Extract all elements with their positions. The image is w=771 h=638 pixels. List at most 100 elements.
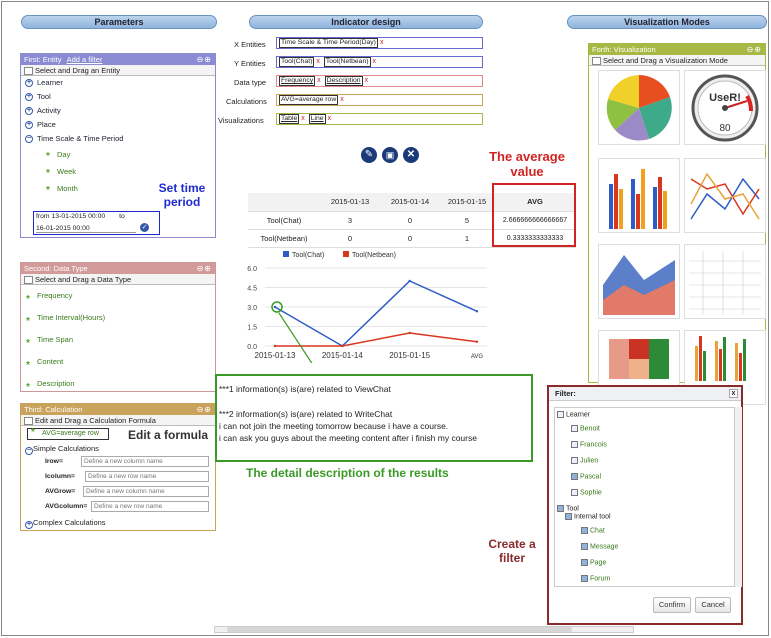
- filter-learner[interactable]: Learner: [557, 411, 590, 419]
- collapse-icon[interactable]: −: [25, 135, 33, 143]
- line-chart-mode[interactable]: [684, 158, 766, 233]
- delete-icon[interactable]: ✕: [403, 147, 419, 163]
- filter-dialog: Filter: x Learner Benoit Francois Julien…: [547, 385, 743, 625]
- icolumn-input[interactable]: Define a new row name: [85, 471, 209, 482]
- remove-icon[interactable]: x: [328, 115, 332, 122]
- datatype-item-time-span[interactable]: Time Span: [21, 329, 215, 351]
- entity-item-place[interactable]: + Place: [21, 118, 215, 132]
- horizontal-scrollbar[interactable]: [214, 626, 634, 633]
- time-item-day[interactable]: Day: [21, 146, 215, 163]
- save-icon[interactable]: ▣: [382, 147, 398, 163]
- panel-toggle-icons[interactable]: ⊖⊕: [747, 44, 762, 55]
- remove-icon[interactable]: x: [316, 58, 320, 65]
- expand-icon[interactable]: +: [25, 121, 33, 129]
- y-entity-tag-chat[interactable]: Tool(Chat): [279, 57, 315, 67]
- collapse-icon[interactable]: −: [25, 447, 33, 455]
- x-entities-dropzone[interactable]: Time Scale & Time Period(Day) x: [276, 37, 483, 49]
- remove-icon[interactable]: x: [365, 77, 369, 84]
- filter-learner-item[interactable]: Julien: [571, 457, 598, 465]
- confirm-button[interactable]: Confirm: [653, 597, 691, 613]
- formula-item[interactable]: AVG=average row: [27, 428, 109, 440]
- vis-tag-line[interactable]: Line: [308, 114, 326, 124]
- filter-learner-item[interactable]: Pascal: [571, 473, 601, 481]
- checkbox-checked[interactable]: [581, 543, 588, 550]
- remove-icon[interactable]: x: [373, 58, 377, 65]
- add-filter-link[interactable]: Add a filter: [67, 55, 103, 64]
- avgrow-input[interactable]: Define a new column name: [83, 486, 209, 497]
- dtype-tag-frequency[interactable]: Frequency: [279, 76, 316, 86]
- filter-tool-item[interactable]: Page: [581, 559, 606, 567]
- checkbox[interactable]: [571, 425, 578, 432]
- checkbox-checked[interactable]: [581, 527, 588, 534]
- filter-scrollbar[interactable]: [734, 407, 742, 587]
- checkbox-checked[interactable]: [581, 575, 588, 582]
- simple-calculations[interactable]: − Simple Calculations: [25, 444, 99, 455]
- datatype-item-time-interval[interactable]: Time Interval(Hours): [21, 307, 215, 329]
- datatype-item-frequency[interactable]: Frequency: [21, 285, 215, 307]
- complex-calculations[interactable]: + Complex Calculations: [25, 518, 106, 529]
- y-entities-dropzone[interactable]: Tool(Chat) x Tool(Netbean) x: [276, 56, 483, 68]
- data-type-dropzone[interactable]: Frequency x Description x: [276, 75, 483, 87]
- x-entities-label: X Entities: [234, 40, 266, 49]
- filter-learner-item[interactable]: Francois: [571, 441, 607, 449]
- area-chart-mode[interactable]: [598, 244, 680, 319]
- checkbox[interactable]: [571, 489, 578, 496]
- avgcolumn-input[interactable]: Define a new row name: [91, 501, 209, 512]
- tool-checkbox[interactable]: [557, 505, 564, 512]
- filter-learner-item[interactable]: Sophie: [571, 489, 602, 497]
- calc-tag[interactable]: AVG=average row: [279, 95, 339, 105]
- calculations-dropzone[interactable]: AVG=average row x: [276, 94, 483, 106]
- filter-tool-item[interactable]: Chat: [581, 527, 605, 535]
- entity-panel-title: First: Entity Add a filter ⊖⊕: [21, 54, 215, 65]
- close-icon[interactable]: x: [729, 389, 738, 398]
- datatype-item-content[interactable]: Content: [21, 351, 215, 373]
- remove-icon[interactable]: x: [340, 96, 344, 103]
- checkbox-checked[interactable]: [571, 473, 578, 480]
- edit-icon[interactable]: ✎: [361, 147, 377, 163]
- scroll-thumb[interactable]: [227, 627, 572, 632]
- filter-tool-item[interactable]: Forum: [581, 575, 610, 583]
- dtype-tag-description[interactable]: Description: [324, 76, 363, 86]
- detail-annotation: The detail description of the results: [246, 466, 449, 480]
- remove-icon[interactable]: x: [380, 39, 384, 46]
- checkbox[interactable]: [571, 457, 578, 464]
- panel-toggle-icons[interactable]: ⊖⊕: [197, 263, 212, 274]
- pie-chart-mode[interactable]: [598, 70, 680, 145]
- entity-item-tool[interactable]: + Tool: [21, 90, 215, 104]
- remove-icon[interactable]: x: [301, 115, 305, 122]
- panel-toggle-icons[interactable]: ⊖⊕: [197, 404, 212, 415]
- x-entity-tag[interactable]: Time Scale & Time Period(Day): [279, 38, 378, 48]
- to-date-input[interactable]: 16-01-2015 00:00: [36, 225, 136, 233]
- table-mode[interactable]: [684, 244, 766, 319]
- irow-input[interactable]: Define a new column name: [81, 456, 209, 467]
- filter-internal-tool[interactable]: Internal tool: [565, 513, 611, 521]
- checkbox-checked[interactable]: [581, 559, 588, 566]
- entity-subhead: Select and Drag an Entity: [21, 65, 215, 76]
- panel-toggle-icons[interactable]: ⊖⊕: [197, 54, 212, 65]
- from-date-input[interactable]: 13-01-2015 00:00: [52, 213, 106, 220]
- expand-icon[interactable]: +: [25, 521, 33, 529]
- x-tick-label: 2015-01-14: [322, 351, 363, 360]
- internal-tool-checkbox[interactable]: [565, 513, 572, 520]
- expand-icon[interactable]: +: [25, 79, 33, 87]
- legend-swatch: [343, 251, 349, 257]
- bar-chart-mode[interactable]: [598, 158, 680, 233]
- y-entity-tag-netbean[interactable]: Tool(Netbean): [323, 57, 371, 67]
- expand-icon[interactable]: +: [25, 107, 33, 115]
- entity-item-time-scale[interactable]: − Time Scale & Time Period: [21, 132, 215, 146]
- expand-icon[interactable]: +: [25, 93, 33, 101]
- cancel-button[interactable]: Cancel: [695, 597, 731, 613]
- entity-item-activity[interactable]: + Activity: [21, 104, 215, 118]
- datatype-item-description[interactable]: Description: [21, 373, 215, 395]
- time-item-week[interactable]: Week: [21, 163, 215, 180]
- filter-learner-item[interactable]: Benoit: [571, 425, 600, 433]
- entity-item-learner[interactable]: + Learner: [21, 76, 215, 90]
- checkbox[interactable]: [571, 441, 578, 448]
- vis-tag-table[interactable]: Table: [279, 114, 300, 124]
- filter-tool-item[interactable]: Message: [581, 543, 618, 551]
- date-confirm-icon[interactable]: ✓: [140, 223, 149, 232]
- gauge-mode[interactable]: UseR! 80: [684, 70, 766, 145]
- remove-icon[interactable]: x: [317, 77, 321, 84]
- visualizations-dropzone[interactable]: Table x Line x: [276, 113, 483, 125]
- learner-checkbox[interactable]: [557, 411, 564, 418]
